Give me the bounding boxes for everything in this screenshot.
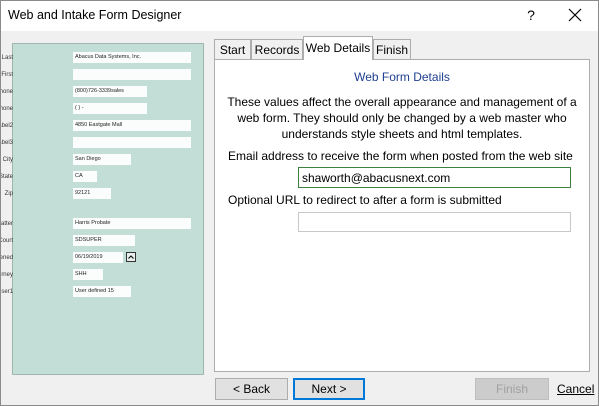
preview-label: City xyxy=(2,157,13,163)
preview-field: User defined 15 xyxy=(73,286,131,297)
email-field[interactable] xyxy=(298,167,571,188)
next-button[interactable]: Next > xyxy=(293,378,365,400)
preview-field: San Diego xyxy=(73,154,131,165)
preview-label: Court xyxy=(1,238,13,244)
date-picker-icon xyxy=(126,252,136,262)
preview-label: Last xyxy=(1,55,13,61)
form-preview: Last Abacus Data Systems, Inc. First Day… xyxy=(1,43,204,375)
preview-label: Zip xyxy=(4,191,13,197)
preview-field xyxy=(73,137,191,148)
web-details-panel: Web Form Details These values affect the… xyxy=(214,59,590,372)
preview-label: Label3 xyxy=(1,140,13,146)
preview-field: 92121 xyxy=(73,188,111,199)
preview-field: Abacus Data Systems, Inc. xyxy=(73,52,191,63)
preview-field: CA xyxy=(73,171,97,182)
preview-label: Opened xyxy=(1,255,13,261)
preview-label: User1 xyxy=(1,289,13,295)
tab-start[interactable]: Start xyxy=(214,39,251,59)
preview-label: Evephone xyxy=(0,106,13,112)
preview-field: (800)726-3339sales xyxy=(73,86,147,97)
preview-label: First xyxy=(1,72,13,78)
cancel-button[interactable]: Cancel xyxy=(557,382,594,396)
title-bar: Web and Intake Form Designer ? xyxy=(1,1,598,31)
panel-description: These values affect the overall appearan… xyxy=(227,95,577,141)
designer-window: Web and Intake Form Designer ? Last Abac… xyxy=(0,0,599,406)
redirect-url-field[interactable] xyxy=(298,212,571,232)
back-button[interactable]: < Back xyxy=(215,378,288,400)
tab-records[interactable]: Records xyxy=(251,39,303,59)
finish-button[interactable]: Finish xyxy=(475,378,549,400)
preview-label: Matter xyxy=(0,221,13,227)
preview-field: ( ) - xyxy=(73,103,147,114)
preview-field: 4850 Eastgate Mall xyxy=(73,120,191,131)
email-label: Email address to receive the form when p… xyxy=(228,149,573,163)
tab-finish[interactable]: Finish xyxy=(373,39,411,59)
redirect-url-label: Optional URL to redirect to after a form… xyxy=(228,193,502,207)
preview-field: 06/19/2019 xyxy=(73,252,123,263)
window-title: Web and Intake Form Designer xyxy=(8,8,182,22)
tab-web-details[interactable]: Web Details xyxy=(303,36,373,60)
preview-label: Attorney xyxy=(1,272,13,278)
close-button[interactable] xyxy=(563,5,587,25)
preview-field: Harris Probate xyxy=(73,218,191,229)
close-icon xyxy=(568,8,582,22)
preview-field: SDSUPER xyxy=(73,235,135,246)
help-button[interactable]: ? xyxy=(519,5,543,25)
preview-field: SHH xyxy=(73,269,103,280)
preview-label: Dayphone xyxy=(0,89,13,95)
preview-field xyxy=(73,69,191,80)
preview-label: State xyxy=(0,174,13,180)
panel-heading: Web Form Details xyxy=(354,70,450,84)
preview-label: Label2 xyxy=(1,123,13,129)
